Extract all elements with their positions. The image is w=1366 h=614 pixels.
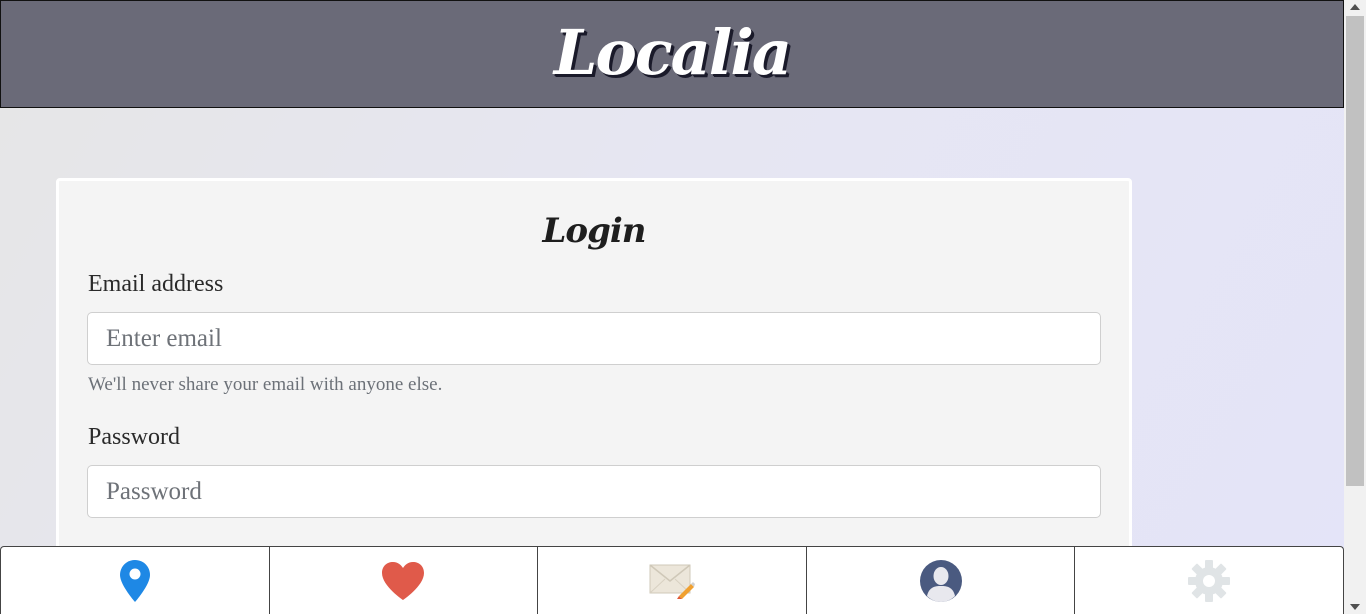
envelope-pencil-icon — [649, 563, 695, 599]
login-title: Login — [542, 211, 647, 251]
bottom-nav-bar — [0, 546, 1344, 614]
heart-icon — [381, 561, 425, 601]
nav-item-messages[interactable] — [538, 547, 807, 614]
nav-item-map[interactable] — [1, 547, 270, 614]
password-input[interactable] — [87, 465, 1101, 518]
email-label: Email address — [88, 271, 224, 297]
user-avatar-icon — [919, 559, 963, 603]
nav-item-profile[interactable] — [807, 547, 1076, 614]
password-label: Password — [88, 424, 181, 450]
login-card: Login Email address We'll never share yo… — [56, 178, 1132, 578]
email-input[interactable] — [87, 312, 1101, 365]
vertical-scrollbar[interactable] — [1344, 0, 1366, 614]
nav-item-settings[interactable] — [1075, 547, 1343, 614]
email-help-text: We'll never share your email with anyone… — [88, 374, 443, 395]
nav-item-favorites[interactable] — [270, 547, 539, 614]
gear-icon — [1187, 559, 1231, 603]
app-header: Localia — [0, 0, 1344, 108]
app-logo[interactable]: Localia — [554, 16, 792, 89]
scroll-down-arrow-icon[interactable] — [1344, 600, 1366, 614]
scroll-up-arrow-icon[interactable] — [1344, 0, 1366, 14]
map-pin-icon — [119, 559, 151, 603]
scrollbar-thumb[interactable] — [1346, 16, 1364, 486]
